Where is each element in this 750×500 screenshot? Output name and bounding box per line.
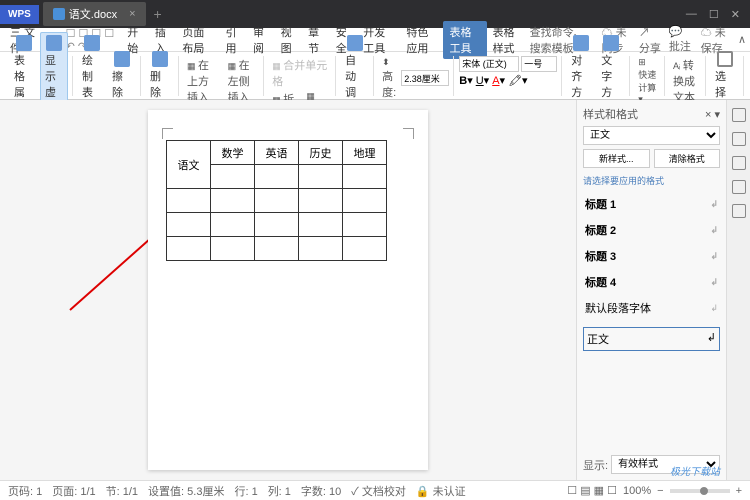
merge-cells[interactable]: ▦ 合并单元格 bbox=[269, 56, 331, 90]
collapse-icon[interactable]: ∧ bbox=[738, 33, 746, 46]
comment-button[interactable]: 💬 批注 bbox=[669, 25, 695, 54]
menu-view[interactable]: 视图 bbox=[275, 21, 303, 59]
tool-select-icon[interactable] bbox=[732, 108, 746, 122]
style-item[interactable]: 标题 4↲ bbox=[583, 271, 720, 293]
workspace: 语文 数学 英语 历史 地理 样式和格式 × ▾ 正文 新样式... 清除格式 请… bbox=[0, 100, 750, 480]
font-name[interactable] bbox=[459, 56, 519, 72]
quick-calc[interactable]: ⊞ 快速计算▾ bbox=[635, 56, 660, 106]
menu-feature[interactable]: 特色应用 bbox=[400, 21, 443, 59]
minimize-icon[interactable]: — bbox=[686, 8, 697, 21]
status-pos: 设置值: 5.3厘米 bbox=[148, 483, 224, 499]
underline-button[interactable]: U▾ bbox=[476, 74, 489, 87]
panel-close-icon[interactable]: × ▾ bbox=[705, 108, 720, 121]
window-controls: — ☐ ✕ bbox=[686, 8, 750, 21]
ribbon: 表格属性 显示虚框 绘制表格 擦除 删除 ▦ 在上方插入行 ▦ 在左侧插入列 ▦… bbox=[0, 52, 750, 100]
convert-text[interactable]: Aᵢ 转换成文本 bbox=[670, 56, 701, 106]
status-col: 列: 1 bbox=[268, 483, 291, 499]
zoom-in-icon[interactable]: + bbox=[736, 485, 742, 497]
maximize-icon[interactable]: ☐ bbox=[709, 8, 719, 21]
eraser-button[interactable]: 擦除 bbox=[108, 49, 136, 102]
height-label: ⬍ 高度: bbox=[379, 56, 399, 101]
view-mode-icon[interactable]: ☐ ▤ ▦ ☐ bbox=[567, 484, 617, 497]
document-table[interactable]: 语文 数学 英语 历史 地理 bbox=[166, 140, 387, 261]
style-item[interactable]: 标题 3↲ bbox=[583, 245, 720, 267]
style-item[interactable]: 标题 1↲ bbox=[583, 193, 720, 215]
zoom-out-icon[interactable]: − bbox=[657, 485, 663, 497]
menu-table-style[interactable]: 表格样式 bbox=[487, 21, 530, 59]
height-input[interactable] bbox=[401, 70, 449, 86]
tool-link-icon[interactable] bbox=[732, 156, 746, 170]
cell[interactable]: 英语 bbox=[255, 141, 299, 165]
select-button[interactable]: 选择 bbox=[711, 49, 739, 102]
status-section[interactable]: 节: 1/1 bbox=[106, 483, 138, 499]
menu-ref[interactable]: 引用 bbox=[220, 21, 248, 59]
status-proof[interactable]: ✓ 文档校对 bbox=[351, 483, 406, 499]
tab-label: 语文.docx bbox=[69, 6, 117, 22]
status-page[interactable]: 页面: 1/1 bbox=[52, 483, 95, 499]
styles-panel: 样式和格式× ▾ 正文 新样式... 清除格式 请选择要应用的格式 标题 1↲ … bbox=[576, 100, 726, 480]
watermark: 极光下载站 bbox=[670, 463, 720, 478]
panel-title: 样式和格式 bbox=[583, 106, 638, 122]
cell[interactable]: 历史 bbox=[299, 141, 343, 165]
current-style-select[interactable]: 正文 bbox=[583, 126, 720, 145]
style-item-current[interactable]: 正文 ↲ bbox=[583, 327, 720, 351]
style-item[interactable]: 标题 2↲ bbox=[583, 219, 720, 241]
new-style-button[interactable]: 新样式... bbox=[583, 149, 650, 168]
cell[interactable]: 地理 bbox=[343, 141, 387, 165]
menu-chapter[interactable]: 章节 bbox=[302, 21, 330, 59]
highlight-button[interactable]: 🖍▾ bbox=[508, 74, 528, 87]
share-button[interactable]: ↗ 分享 bbox=[639, 24, 663, 56]
page: 语文 数学 英语 历史 地理 bbox=[148, 110, 428, 470]
doc-icon bbox=[53, 8, 65, 20]
font-size[interactable] bbox=[521, 56, 557, 72]
status-page-num[interactable]: 页码: 1 bbox=[8, 483, 42, 499]
bold-button[interactable]: B▾ bbox=[459, 74, 472, 87]
statusbar: 页码: 1 页面: 1/1 节: 1/1 设置值: 5.3厘米 行: 1 列: … bbox=[0, 480, 750, 500]
zoom-level[interactable]: 100% bbox=[623, 485, 651, 497]
tool-more-icon[interactable] bbox=[732, 204, 746, 218]
close-window-icon[interactable]: ✕ bbox=[731, 8, 740, 21]
status-auth[interactable]: 🔒 未认证 bbox=[416, 483, 466, 499]
status-row: 行: 1 bbox=[234, 483, 257, 499]
font-color-button[interactable]: A▾ bbox=[492, 74, 505, 87]
panel-hint: 请选择要应用的格式 bbox=[583, 172, 720, 189]
style-item[interactable]: 默认段落字体↲ bbox=[583, 297, 720, 319]
status-words[interactable]: 字数: 10 bbox=[301, 483, 341, 499]
close-icon[interactable]: × bbox=[129, 8, 135, 20]
cell[interactable]: 数学 bbox=[211, 141, 255, 165]
right-toolbar bbox=[726, 100, 750, 480]
menu-layout[interactable]: 页面布局 bbox=[176, 21, 219, 59]
menu-review[interactable]: 审阅 bbox=[247, 21, 275, 59]
zoom-slider[interactable] bbox=[670, 489, 730, 493]
tool-shape-icon[interactable] bbox=[732, 132, 746, 146]
menu-table-tools[interactable]: 表格工具 bbox=[443, 21, 486, 59]
delete-button[interactable]: 删除 bbox=[146, 49, 174, 102]
cell-merged[interactable]: 语文 bbox=[167, 141, 211, 189]
tool-clip-icon[interactable] bbox=[732, 180, 746, 194]
clear-format-button[interactable]: 清除格式 bbox=[654, 149, 721, 168]
canvas[interactable]: 语文 数学 英语 历史 地理 bbox=[0, 100, 576, 480]
